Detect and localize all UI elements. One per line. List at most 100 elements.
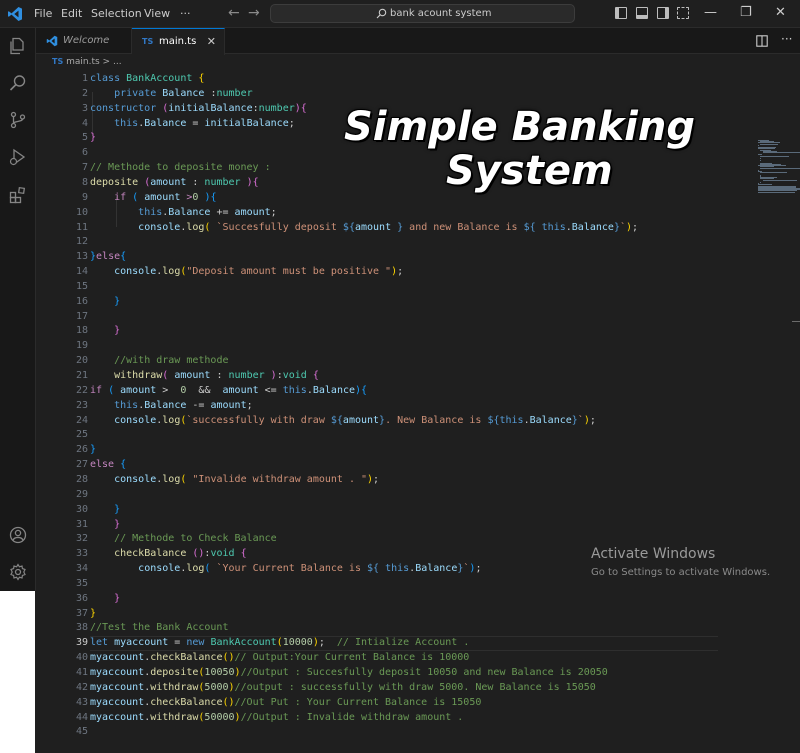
code-line[interactable]: private Balance :number — [90, 88, 253, 99]
command-center-search[interactable]: bank acount system — [270, 4, 575, 23]
line-number[interactable]: 25 — [54, 429, 88, 440]
line-number[interactable]: 3 — [54, 103, 88, 114]
code-editor[interactable]: 1 2 3 4 5 6 7 8 9 10 11 12 13 14 15 16 17 18 19 20 21 22 23 24 2… — [36, 70, 800, 753]
vscode-logo-icon[interactable] — [7, 6, 23, 22]
code-line[interactable]: class BankAccount { — [90, 73, 204, 84]
menu-view[interactable]: View — [144, 7, 170, 20]
close-tab-icon[interactable]: ✕ — [207, 35, 216, 48]
code-line[interactable]: myaccount.deposite(10050)//Output : Succ… — [90, 667, 608, 678]
line-number[interactable]: 26 — [54, 444, 88, 455]
code-line[interactable]: this.Balance -= amount; — [90, 400, 253, 411]
code-line[interactable]: console.log( `Succesfully deposit ${amou… — [90, 222, 638, 233]
minimize-icon[interactable]: — — [704, 5, 717, 20]
menu-selection[interactable]: Selection — [91, 7, 142, 20]
extensions-icon[interactable] — [9, 186, 27, 204]
tab-main-ts[interactable]: TS main.ts ✕ — [132, 28, 225, 55]
line-number[interactable]: 10 — [54, 207, 88, 218]
line-number[interactable]: 16 — [54, 296, 88, 307]
line-number[interactable]: 30 — [54, 504, 88, 515]
line-number[interactable]: 9 — [54, 192, 88, 203]
menu-edit[interactable]: Edit — [61, 7, 82, 20]
line-number[interactable]: 31 — [54, 519, 88, 530]
code-line[interactable]: } — [90, 519, 120, 530]
toggle-secondary-sidebar-icon[interactable] — [657, 7, 669, 19]
toggle-primary-sidebar-icon[interactable] — [615, 7, 627, 19]
line-number[interactable]: 23 — [54, 400, 88, 411]
code-line[interactable]: } — [90, 444, 96, 455]
code-line[interactable]: myaccount.checkBalance()// Output:Your C… — [90, 652, 469, 663]
line-number[interactable]: 17 — [54, 311, 88, 322]
code-line[interactable]: } — [90, 504, 120, 515]
line-number[interactable]: 45 — [54, 726, 88, 737]
line-number[interactable]: 12 — [54, 236, 88, 247]
code-line[interactable]: //Test the Bank Account — [90, 622, 228, 633]
line-number[interactable]: 39 — [54, 637, 88, 648]
code-line[interactable]: this.Balance = initialBalance; — [90, 118, 295, 129]
code-line[interactable]: console.log( "Invalide withdraw amount .… — [90, 474, 379, 485]
line-number[interactable]: 21 — [54, 370, 88, 381]
code-line[interactable]: //with draw methode — [90, 355, 228, 366]
line-number[interactable]: 19 — [54, 340, 88, 351]
accounts-icon[interactable] — [9, 526, 27, 544]
line-number[interactable]: 38 — [54, 622, 88, 633]
line-number[interactable]: 35 — [54, 578, 88, 589]
code-line[interactable]: console.log("Deposit amount must be posi… — [90, 266, 403, 277]
tab-welcome[interactable]: Welcome — [36, 28, 132, 54]
code-line[interactable]: } — [90, 132, 96, 143]
line-number[interactable]: 34 — [54, 563, 88, 574]
line-number[interactable]: 5 — [54, 132, 88, 143]
code-line[interactable]: // Methode to deposite money : — [90, 162, 271, 173]
code-line[interactable]: console.log(`successfully with draw ${am… — [90, 415, 596, 426]
line-number[interactable]: 37 — [54, 608, 88, 619]
line-number[interactable]: 1 — [54, 73, 88, 84]
code-line[interactable]: let myaccount = new BankAccount(10000); … — [90, 637, 469, 648]
line-number[interactable]: 27 — [54, 459, 88, 470]
code-line[interactable]: }else{ — [90, 251, 126, 262]
toggle-panel-icon[interactable] — [636, 7, 648, 19]
code-line[interactable]: withdraw( amount : number ):void { — [90, 370, 319, 381]
line-number[interactable]: 36 — [54, 593, 88, 604]
line-number[interactable]: 44 — [54, 712, 88, 723]
line-number[interactable]: 22 — [54, 385, 88, 396]
code-line[interactable]: console.log( `Your Current Balance is ${… — [90, 563, 481, 574]
line-number[interactable]: 13 — [54, 251, 88, 262]
code-line[interactable]: } — [90, 296, 120, 307]
split-editor-icon[interactable] — [756, 35, 768, 47]
code-line[interactable]: else { — [90, 459, 126, 470]
code-line[interactable]: } — [90, 608, 96, 619]
code-line[interactable]: if ( amount >0 ){ — [90, 192, 216, 203]
line-number[interactable]: 32 — [54, 533, 88, 544]
minimap[interactable] — [758, 140, 800, 680]
code-line[interactable]: myaccount.checkBalance()//Out Put : Your… — [90, 697, 481, 708]
line-number[interactable]: 42 — [54, 682, 88, 693]
line-number[interactable]: 41 — [54, 667, 88, 678]
more-actions-icon[interactable]: ··· — [781, 32, 792, 46]
search-sidebar-icon[interactable] — [9, 74, 27, 92]
run-debug-icon[interactable] — [9, 148, 27, 166]
line-number[interactable]: 8 — [54, 177, 88, 188]
code-line[interactable]: myaccount.withdraw(50000)//Output : Inva… — [90, 712, 463, 723]
code-line[interactable]: checkBalance ():void { — [90, 548, 247, 559]
line-number[interactable]: 28 — [54, 474, 88, 485]
line-number[interactable]: 40 — [54, 652, 88, 663]
code-line[interactable]: deposite (amount : number ){ — [90, 177, 259, 188]
close-window-icon[interactable]: ✕ — [775, 5, 786, 20]
settings-gear-icon[interactable] — [9, 563, 27, 581]
line-number[interactable]: 33 — [54, 548, 88, 559]
line-number[interactable]: 2 — [54, 88, 88, 99]
code-line[interactable]: this.Balance += amount; — [90, 207, 277, 218]
code-line[interactable]: } — [90, 325, 120, 336]
code-line[interactable]: constructor (initialBalance:number){ — [90, 103, 307, 114]
line-number[interactable]: 15 — [54, 281, 88, 292]
maximize-icon[interactable]: ❐ — [740, 5, 752, 20]
line-number[interactable]: 29 — [54, 489, 88, 500]
explorer-icon[interactable] — [9, 37, 27, 55]
source-control-icon[interactable] — [9, 111, 27, 129]
scrollbar-marker[interactable] — [792, 321, 800, 322]
breadcrumb-rest[interactable]: ... — [113, 57, 122, 67]
line-number[interactable]: 20 — [54, 355, 88, 366]
code-line[interactable]: } — [90, 593, 120, 604]
menu-file[interactable]: File — [34, 7, 52, 20]
customize-layout-icon[interactable] — [677, 7, 689, 19]
line-number[interactable]: 43 — [54, 697, 88, 708]
